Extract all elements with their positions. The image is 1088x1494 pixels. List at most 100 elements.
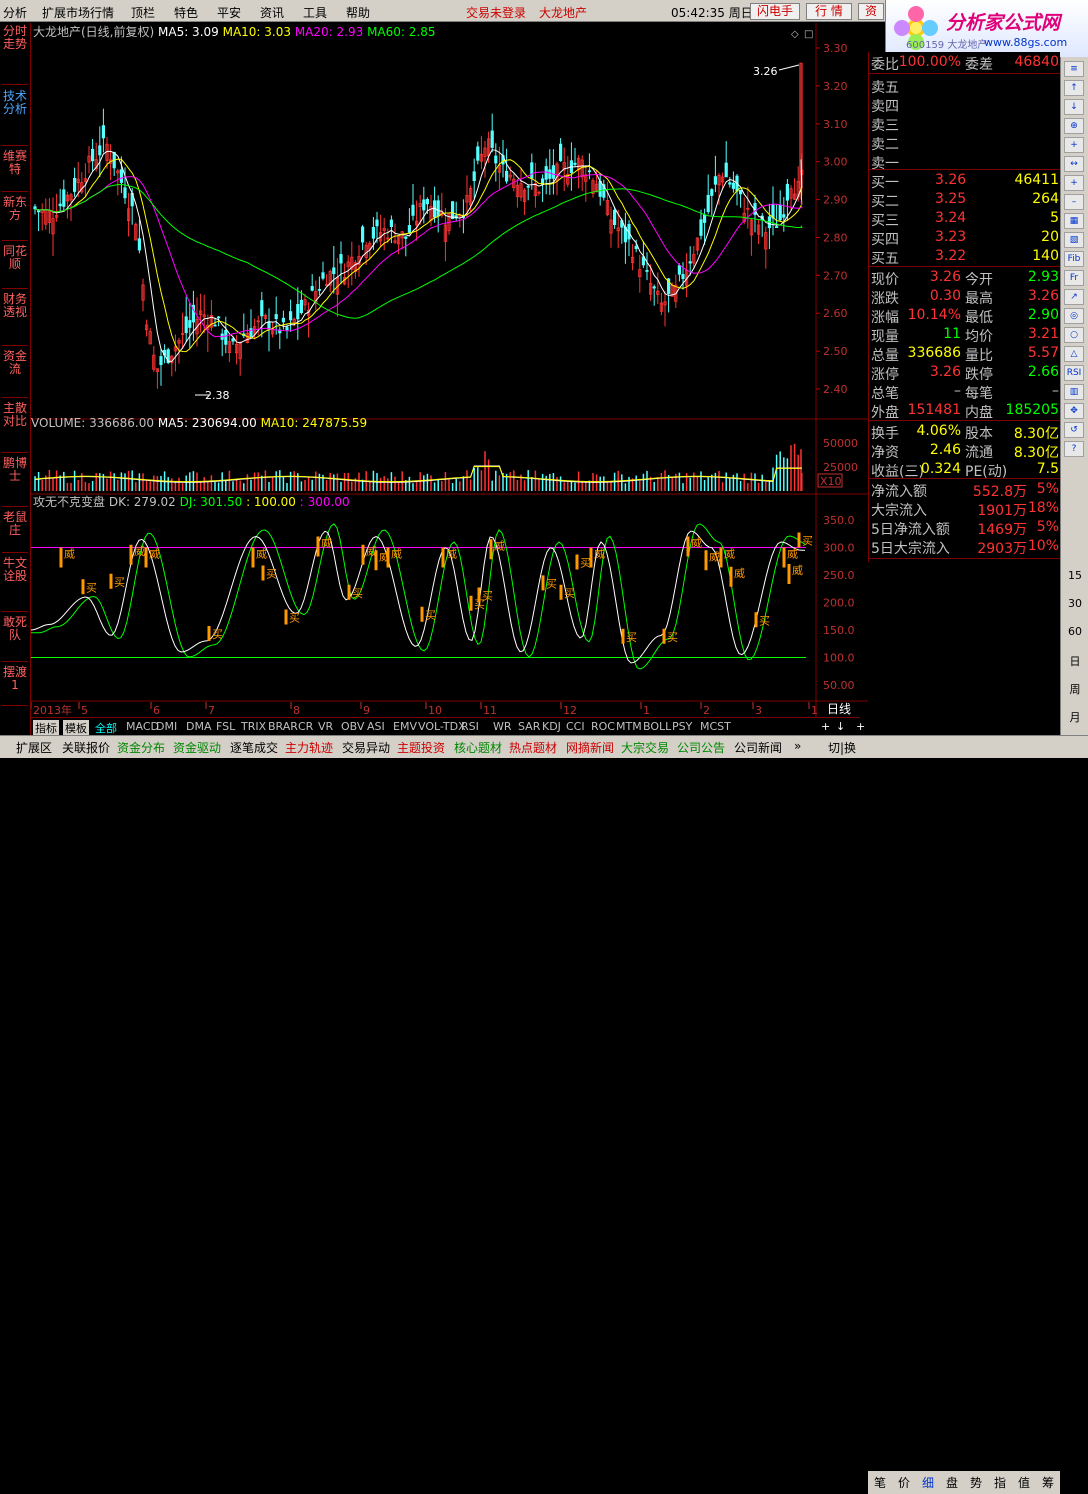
login-status[interactable]: 交易未登录 [466,4,526,21]
move-icon[interactable]: ✥ [1064,403,1084,419]
left-tab-0[interactable]: 分时走势 [2,25,28,85]
list-icon[interactable]: ≡ [1064,61,1084,77]
period-button-15[interactable]: 15 [1063,569,1087,582]
quote-button[interactable]: 行 情 [806,3,852,20]
triangle-icon[interactable]: △ [1064,346,1084,362]
status-tab-1[interactable]: 关联报价 [62,739,110,756]
menu-feature[interactable]: 特色 [174,4,198,21]
left-tab-8[interactable]: 鹏博士 [2,457,28,507]
period-button-日[interactable]: 日 [1063,653,1087,669]
quote-tab-6[interactable]: 值 [1018,1474,1030,1491]
help-icon[interactable]: ? [1064,441,1084,457]
arrow-down-icon[interactable]: ↓ [1064,99,1084,115]
left-tab-1[interactable]: 技术分析 [2,90,28,146]
kline-chart[interactable]: 大龙地产(日线,前复权) MA5: 3.09 MA10: 3.03 MA20: … [31,23,868,717]
status-tab-11[interactable]: 大宗交易 [621,739,669,756]
status-tab-3[interactable]: 资金驱动 [173,739,221,756]
indicator-tab-kdj[interactable]: KDJ [542,720,561,733]
left-tab-7[interactable]: 主散对比 [2,402,28,453]
left-tab-2[interactable]: 维赛特 [2,150,28,192]
circle-icon[interactable]: ◎ [1064,308,1084,324]
indicator-tab-rsi[interactable]: RSI [461,720,479,733]
indicator-tab-dma[interactable]: DMA [186,720,212,733]
menu-topbar[interactable]: 顶栏 [131,4,155,21]
indicator-tab-sar[interactable]: SAR [518,720,540,733]
indicator-tab-macd[interactable]: MACD [126,720,159,733]
rsi-icon[interactable]: RSI [1064,365,1084,381]
menu-pingan[interactable]: 平安 [217,4,241,21]
indicator-tab-dmi[interactable]: DMI [156,720,177,733]
status-tab-4[interactable]: 逐笔成交 [230,739,278,756]
indicator-tab-cci[interactable]: CCI [566,720,585,733]
left-tab-6[interactable]: 资金流 [2,350,28,398]
indicator-tab-psy[interactable]: PSY [672,720,692,733]
indicator-tab-vr[interactable]: VR [318,720,333,733]
indicator-tab-wr[interactable]: WR [493,720,512,733]
quote-tab-0[interactable]: 笔 [874,1474,886,1491]
pattern-icon[interactable]: ▧ [1064,232,1084,248]
status-tab-0[interactable]: 扩展区 [16,739,52,756]
ring-icon[interactable]: ○ [1064,327,1084,343]
status-tab-6[interactable]: 交易异动 [342,739,390,756]
period-button-60[interactable]: 60 [1063,625,1087,638]
diamond-icon[interactable]: ◇ [791,29,799,40]
indicator-tab-模板[interactable]: 模板 [63,720,89,736]
period-button-月[interactable]: 月 [1063,709,1087,725]
status-tab-13[interactable]: 公司新闻 [734,739,782,756]
target-icon[interactable]: ⊕ [1064,118,1084,134]
left-tab-9[interactable]: 老鼠庄 [2,511,28,553]
fibonacci-icon[interactable]: Fib [1064,251,1084,267]
indicator-tab-mcst[interactable]: MCST [700,720,731,733]
indicator-tab-fsl[interactable]: FSL [216,720,235,733]
indicator-tab-mtm[interactable]: MTM [616,720,642,733]
left-tab-11[interactable]: 敢死队 [2,616,28,662]
indicator-tab-指标[interactable]: 指标 [33,720,59,736]
status-tab-8[interactable]: 核心题材 [454,739,502,756]
zoom-plus-icon[interactable]: + [856,720,865,733]
status-tab-12[interactable]: 公司公告 [677,739,725,756]
left-tab-3[interactable]: 新东方 [2,196,28,241]
left-tab-12[interactable]: 摆渡1 [2,666,28,706]
status-tab-2[interactable]: 资金分布 [117,739,165,756]
plus-icon[interactable]: + [821,720,830,733]
period-label[interactable]: 日线 [827,702,851,716]
period-button-30[interactable]: 30 [1063,597,1087,610]
info-button[interactable]: 资 [858,3,884,20]
status-tab-9[interactable]: 热点题材 [509,739,557,756]
resize-icon[interactable]: ↔ [1064,156,1084,172]
indicator-tab-emv[interactable]: EMV [393,720,417,733]
quote-tab-3[interactable]: 盘 [946,1474,958,1491]
menu-analysis[interactable]: 分析 [3,4,27,21]
quote-tab-4[interactable]: 势 [970,1474,982,1491]
zoom-in-icon[interactable]: + [1064,175,1084,191]
more-arrow-icon[interactable]: » [794,739,801,753]
indicator-tab-全部[interactable]: 全部 [95,720,117,736]
arrow-up-icon[interactable]: ↑ [1064,80,1084,96]
indicator-tab-cr[interactable]: CR [298,720,313,733]
status-tab-5[interactable]: 主力轨迹 [285,739,333,756]
trend-icon[interactable]: ↗ [1064,289,1084,305]
indicator-tab-vol-tdx[interactable]: VOL-TDX [418,720,466,733]
left-tab-10[interactable]: 牛文诠股 [2,557,28,612]
switch-button[interactable]: 切|换 [828,739,856,756]
menu-help[interactable]: 帮助 [346,4,370,21]
quote-tab-1[interactable]: 价 [898,1474,910,1491]
period-button-周[interactable]: 周 [1063,681,1087,697]
zoom-out-icon[interactable]: – [1064,194,1084,210]
indicator-tab-brar[interactable]: BRAR [268,720,298,733]
status-tab-7[interactable]: 主题投资 [397,739,445,756]
small-square-icon[interactable]: □ [804,29,813,40]
fractal-icon[interactable]: Fr [1064,270,1084,286]
menu-news[interactable]: 资讯 [260,4,284,21]
left-tab-5[interactable]: 财务透视 [2,293,28,346]
indicator-tab-roc[interactable]: ROC [591,720,615,733]
quote-tab-5[interactable]: 指 [994,1474,1006,1491]
indicator-tab-trix[interactable]: TRIX [241,720,266,733]
indicator-tab-asi[interactable]: ASI [367,720,385,733]
status-tab-10[interactable]: 网摘新闻 [566,739,614,756]
indicator-tab-obv[interactable]: OBV [341,720,364,733]
left-tab-4[interactable]: 同花顺 [2,245,28,289]
quote-tab-7[interactable]: 筹 [1042,1474,1054,1491]
quote-tab-2[interactable]: 细 [922,1474,934,1491]
grid-icon[interactable]: ▦ [1064,213,1084,229]
